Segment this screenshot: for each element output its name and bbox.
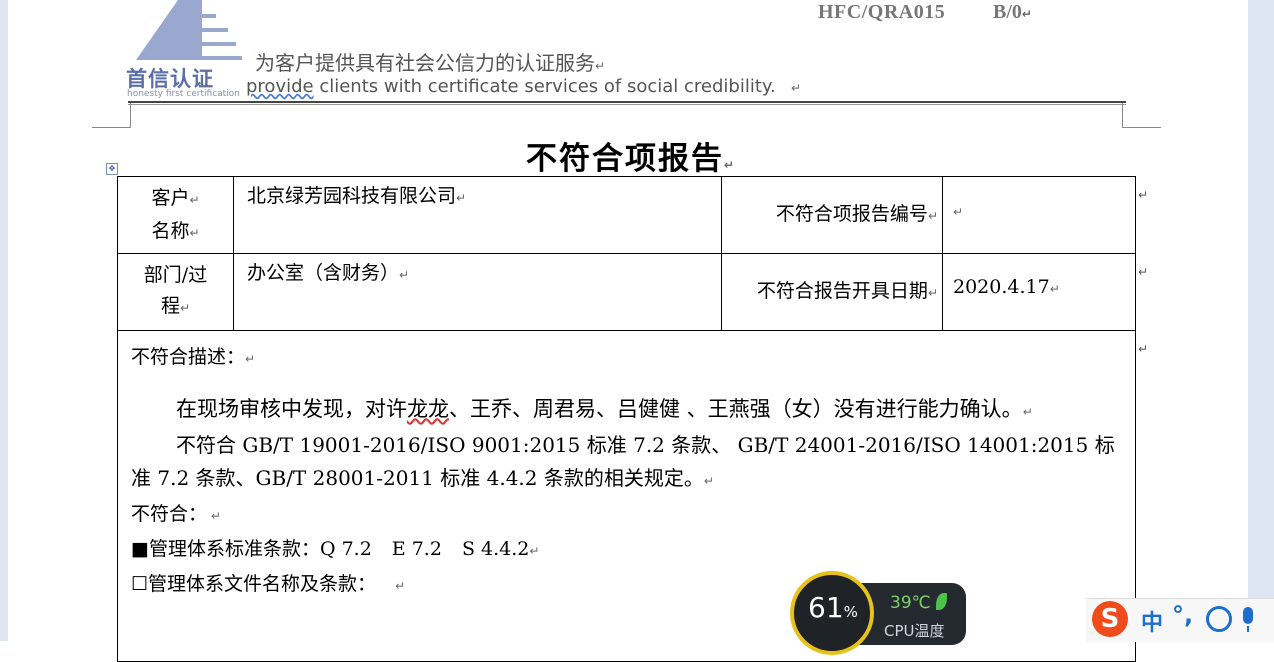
table-move-handle-icon[interactable]: ✥ — [106, 163, 118, 175]
unchecked-box-icon[interactable]: ☐ — [131, 573, 148, 595]
clause-checkbox-row: ■管理体系标准条款：Q 7.2 E 7.2 S 4.4.2↵ — [131, 538, 540, 560]
cpu-temperature-label: CPU温度 — [884, 622, 945, 640]
window-scrollbar[interactable] — [1247, 0, 1274, 641]
page-title: 不符合项报告↵ — [526, 141, 737, 177]
header-rule — [128, 101, 1126, 103]
ime-punctuation-toggle[interactable]: °, — [1172, 601, 1193, 629]
standard-clause-paragraph: 不符合 GB/T 19001-2016/ISO 9001:2015 标准 7.2… — [131, 433, 1115, 490]
logo-subtext: honesty first certification — [127, 89, 240, 99]
cpu-usage-percent: 61% — [808, 591, 858, 624]
ime-toolbar: S 中 °, — [1086, 598, 1274, 642]
document-page: 首信认证 honesty first certification HFC/QRA… — [8, 0, 1248, 662]
sogou-logo-icon[interactable]: S — [1092, 601, 1128, 637]
nonconformity-table: 客户↵ 名称↵ 北京绿芳园科技有限公司↵ 不符合项报告编号↵ ↵ 部门/过 程↵ 办… — [117, 176, 1136, 662]
report-no-label-cell[interactable]: 不符合项报告编号↵ — [721, 176, 943, 254]
logo-pyramid-icon — [136, 0, 242, 60]
date-value-cell[interactable]: 2020.4.17↵ — [942, 253, 1136, 331]
document-code: HFC/QRA015 — [818, 1, 946, 23]
cpu-temperature: 39℃ — [890, 593, 931, 613]
table-row: 部门/过 程↵ 办公室（含财务）↵ 不符合报告开具日期↵ 2020.4.17↵ — [117, 253, 1136, 331]
row-end-mark: ↵ — [1138, 342, 1149, 356]
description-paragraph: 在现场审核中发现，对许龙龙、王乔、周君易、吕健健 、王燕强（女）没有进行能力确认… — [176, 397, 1033, 421]
header-rule-thin — [128, 104, 1126, 105]
ime-language-toggle[interactable]: 中 — [1141, 605, 1163, 637]
emoji-icon[interactable] — [1206, 606, 1232, 632]
date-label-cell[interactable]: 不符合报告开具日期↵ — [721, 253, 943, 331]
slogan-english: provide clients with certificate service… — [246, 76, 802, 97]
table-row: 客户↵ 名称↵ 北京绿芳园科技有限公司↵ 不符合项报告编号↵ ↵ — [117, 176, 1136, 254]
table-row: 不符合描述：↵ 在现场审核中发现，对许龙龙、王乔、周君易、吕健健 、王燕强（女）… — [117, 330, 1136, 662]
row-end-mark: ↵ — [1138, 265, 1149, 279]
report-no-value-cell[interactable]: ↵ — [942, 176, 1136, 254]
description-label: 不符合描述：↵ — [131, 346, 256, 368]
row-end-mark: ↵ — [1138, 188, 1149, 202]
microphone-icon[interactable] — [1243, 607, 1253, 632]
nonconform-label: 不符合： ↵ — [131, 503, 221, 525]
document-revision: B/0↵ — [993, 1, 1032, 23]
dept-label-cell[interactable]: 部门/过 程↵ — [117, 253, 234, 331]
description-cell[interactable]: 不符合描述：↵ 在现场审核中发现，对许龙龙、王乔、周君易、吕健健 、王燕强（女）… — [117, 330, 1136, 662]
doc-checkbox-row: ☐管理体系文件名称及条款： ↵ — [131, 573, 406, 595]
dept-value-cell[interactable]: 办公室（含财务）↵ — [233, 253, 722, 331]
customer-value-cell[interactable]: 北京绿芳园科技有限公司↵ — [233, 176, 722, 254]
checked-box-icon[interactable]: ■ — [131, 538, 149, 560]
crop-mark-right — [1122, 103, 1161, 128]
slogan-chinese: 为客户提供具有社会公信力的认证服务↵ — [255, 51, 606, 75]
customer-label-cell[interactable]: 客户↵ 名称↵ — [117, 176, 234, 254]
cpu-monitor-widget[interactable]: 61% 39℃ CPU温度 — [790, 571, 966, 655]
crop-mark-left — [92, 103, 131, 128]
